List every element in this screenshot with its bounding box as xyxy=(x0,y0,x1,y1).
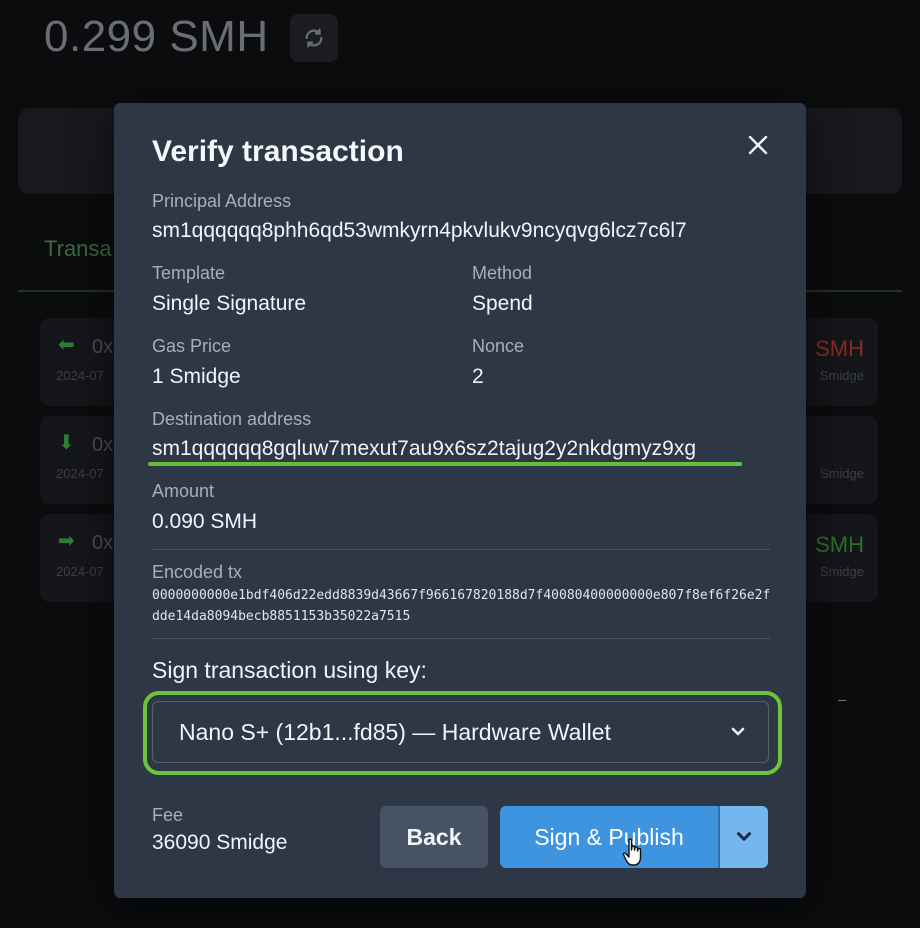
amount-value: 0.090 SMH xyxy=(152,510,258,533)
arrow-left-icon: ⬅ xyxy=(58,334,75,356)
gas-price-value: 1 Smidge xyxy=(152,365,241,388)
transaction-amount: SMH xyxy=(815,336,864,361)
transaction-fee: Smidge xyxy=(819,564,864,579)
chevron-down-icon xyxy=(736,832,752,841)
transaction-hash: 0x xyxy=(92,434,114,456)
template-label: Template xyxy=(152,263,226,283)
close-button[interactable] xyxy=(740,127,776,163)
arrow-down-icon: ⬇ xyxy=(58,432,75,454)
sign-publish-button[interactable]: Sign & Publish xyxy=(500,806,718,868)
verify-transaction-modal: Verify transaction Principal Address sm1… xyxy=(114,103,806,898)
method-value: Spend xyxy=(472,292,533,315)
back-button[interactable]: Back xyxy=(380,806,488,868)
key-select-value: Nano S+ (12b1...fd85) — Hardware Wallet xyxy=(179,718,611,745)
key-select[interactable]: Nano S+ (12b1...fd85) — Hardware Wallet xyxy=(152,701,769,763)
transaction-hash: 0x xyxy=(92,336,114,358)
principal-address-value: sm1qqqqqq8phh6qd53wmkyrn4pkvlukv9ncyqvg6… xyxy=(152,219,687,242)
chevron-down-icon xyxy=(731,727,745,736)
nonce-label: Nonce xyxy=(472,336,525,356)
encoded-tx-label: Encoded tx xyxy=(152,562,243,582)
gas-price-label: Gas Price xyxy=(152,336,232,356)
divider xyxy=(152,549,770,550)
fee-value: 36090 Smidge xyxy=(152,831,288,854)
transaction-fee: Smidge xyxy=(819,466,864,481)
encoded-tx-value: 0000000000e1bdf406d22edd8839d43667f96616… xyxy=(152,588,771,624)
destination-address-label: Destination address xyxy=(152,409,312,429)
sign-key-heading: Sign transaction using key: xyxy=(152,657,427,683)
publish-options-button[interactable] xyxy=(718,806,768,868)
amount-label: Amount xyxy=(152,481,215,501)
method-label: Method xyxy=(472,263,533,283)
principal-address-label: Principal Address xyxy=(152,191,292,211)
template-value: Single Signature xyxy=(152,292,307,315)
arrow-right-icon: ➡ xyxy=(58,530,75,552)
balance-display: 0.299 SMH xyxy=(44,12,269,61)
transaction-date: 2024-07 xyxy=(56,564,104,579)
fee-label: Fee xyxy=(152,805,184,825)
refresh-icon xyxy=(305,28,323,48)
divider xyxy=(838,700,846,701)
transaction-amount: SMH xyxy=(815,532,864,557)
destination-highlight xyxy=(148,462,742,466)
modal-title: Verify transaction xyxy=(152,135,404,168)
transaction-fee: Smidge xyxy=(819,368,864,383)
destination-address-value: sm1qqqqqq8gqluw7mexut7au9x6sz2tajug2y2nk… xyxy=(152,437,697,460)
refresh-button[interactable] xyxy=(290,14,338,62)
transaction-date: 2024-07 xyxy=(56,368,104,383)
transaction-date: 2024-07 xyxy=(56,466,104,481)
divider xyxy=(152,638,770,639)
tab-transactions[interactable]: Transa xyxy=(44,236,112,262)
nonce-value: 2 xyxy=(472,365,484,388)
transaction-hash: 0x xyxy=(92,532,114,554)
hand-cursor-icon xyxy=(622,838,642,866)
close-icon xyxy=(748,135,768,155)
